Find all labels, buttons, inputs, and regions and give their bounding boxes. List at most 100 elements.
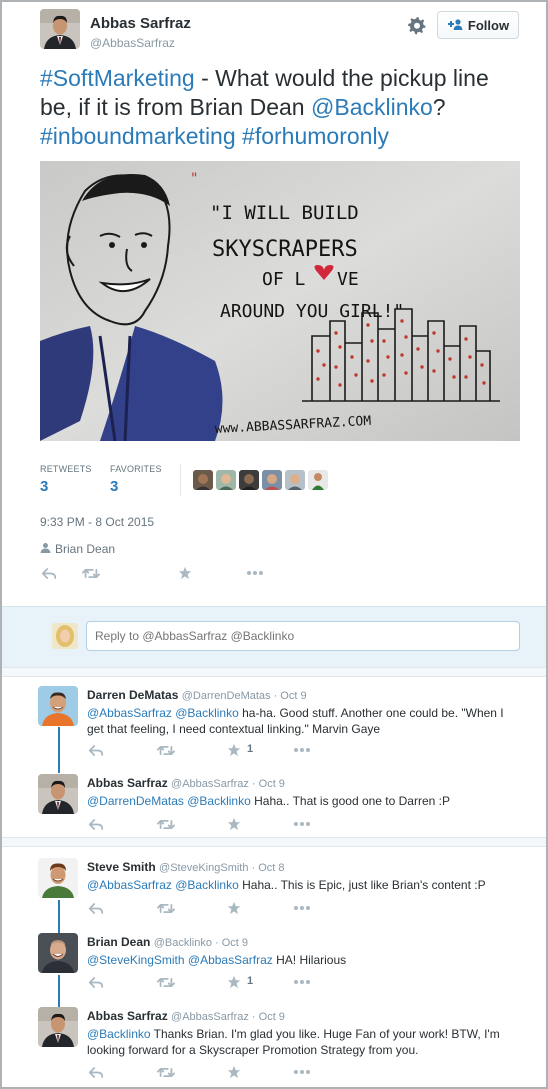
- conversation-separator: [2, 837, 546, 847]
- reply-text: @Backlinko Thanks Brian. I'm glad you li…: [87, 1026, 512, 1058]
- tweet-header: Abbas Sarfraz @AbbasSarfraz Follow: [40, 9, 530, 53]
- retweet-icon[interactable]: [157, 900, 175, 916]
- favorite-icon[interactable]: [225, 816, 243, 832]
- reply-compose: [2, 606, 546, 669]
- more-icon[interactable]: [293, 974, 311, 990]
- conversation-reply: Darren DeMatas @DarrenDeMatas · Oct 9 @A…: [2, 686, 546, 766]
- retweeted-by-name[interactable]: Brian Dean: [55, 542, 115, 556]
- favoriter-avatar[interactable]: [262, 470, 282, 490]
- reply-avatar[interactable]: [38, 858, 78, 898]
- reply-icon[interactable]: [87, 974, 105, 990]
- favoriter-avatar[interactable]: [285, 470, 305, 490]
- reply-mentions[interactable]: @AbbasSarfraz @Backlinko: [87, 706, 239, 720]
- drawing-text-line4: AROUND YOU GIRL!": [220, 301, 404, 322]
- reply-actions: [87, 816, 317, 832]
- reply-actions: 1: [87, 974, 317, 990]
- tweet-stats: RETWEETS 3 FAVORITES 3: [40, 464, 520, 498]
- favorite-icon[interactable]: [225, 900, 243, 916]
- conversation-separator: [2, 667, 546, 677]
- reply-body: Haha.. This is Epic, just like Brian's c…: [238, 878, 486, 892]
- reply-avatar[interactable]: [38, 933, 78, 973]
- reply-header: Abbas Sarfraz @AbbasSarfraz · Oct 9: [87, 776, 285, 790]
- mention-backlinko[interactable]: @Backlinko: [311, 94, 433, 120]
- favoriter-avatar[interactable]: [216, 470, 236, 490]
- drawing-text-line3a: OF L: [262, 269, 306, 290]
- more-icon[interactable]: [293, 1064, 311, 1080]
- reply-mentions[interactable]: @Backlinko: [87, 1027, 151, 1041]
- reply-actions: [87, 1064, 317, 1080]
- favorite-icon[interactable]: [225, 974, 243, 990]
- reply-header: Abbas Sarfraz @AbbasSarfraz · Oct 9: [87, 1009, 285, 1023]
- favorite-icon[interactable]: [176, 565, 194, 581]
- hashtag-forhumoronly[interactable]: #forhumoronly: [242, 123, 389, 149]
- reply-header: Darren DeMatas @DarrenDeMatas · Oct 9: [87, 688, 307, 702]
- favoriter-avatar[interactable]: [239, 470, 259, 490]
- conversation-reply: Abbas Sarfraz @AbbasSarfraz · Oct 9 @Bac…: [2, 1007, 546, 1082]
- author-name[interactable]: Abbas Sarfraz: [90, 15, 191, 32]
- hashtag-softmarketing[interactable]: #SoftMarketing: [40, 65, 195, 91]
- reply-actions: [87, 900, 317, 916]
- reply-icon[interactable]: [40, 565, 58, 581]
- follow-button[interactable]: Follow: [437, 11, 519, 39]
- reply-avatar[interactable]: [38, 774, 78, 814]
- favorite-count: 1: [247, 975, 254, 987]
- favoriter-avatar[interactable]: [193, 470, 213, 490]
- reply-author-meta[interactable]: @AbbasSarfraz · Oct 9: [171, 778, 285, 790]
- tweet-photo[interactable]: " "I WILL BUILD SKYSCRAPERS OF L VE AROU…: [40, 161, 520, 441]
- favorite-icon[interactable]: [225, 1064, 243, 1080]
- reply-mentions[interactable]: @SteveKingSmith @AbbasSarfraz: [87, 953, 273, 967]
- reply-body: Haha.. That is good one to Darren :P: [250, 794, 450, 808]
- reply-mentions[interactable]: @AbbasSarfraz @Backlinko: [87, 878, 239, 892]
- reply-author-name[interactable]: Abbas Sarfraz: [87, 1009, 168, 1023]
- retweet-icon[interactable]: [157, 816, 175, 832]
- reply-icon[interactable]: [87, 1064, 105, 1080]
- reply-icon[interactable]: [87, 742, 105, 758]
- author-handle[interactable]: @AbbasSarfraz: [90, 36, 175, 50]
- reply-author-name[interactable]: Abbas Sarfraz: [87, 776, 168, 790]
- reply-avatar[interactable]: [38, 686, 78, 726]
- more-icon[interactable]: [293, 742, 311, 758]
- reply-icon[interactable]: [87, 900, 105, 916]
- favorite-icon[interactable]: [225, 742, 243, 758]
- hashtag-inboundmarketing[interactable]: #inboundmarketing: [40, 123, 236, 149]
- more-icon[interactable]: [293, 900, 311, 916]
- retweets-count[interactable]: 3: [40, 478, 48, 495]
- current-user-avatar: [52, 623, 78, 649]
- svg-text:": ": [190, 171, 198, 187]
- gear-icon[interactable]: [407, 15, 427, 35]
- favoriters-avatars: [193, 470, 328, 490]
- retweet-icon[interactable]: [157, 974, 175, 990]
- reply-author-meta[interactable]: @DarrenDeMatas · Oct 9: [182, 690, 307, 702]
- tweet-text-segment: ?: [432, 94, 446, 120]
- tweet-timestamp[interactable]: 9:33 PM - 8 Oct 2015: [40, 515, 154, 529]
- reply-author-meta[interactable]: @Backlinko · Oct 9: [154, 937, 248, 949]
- reply-avatar[interactable]: [38, 1007, 78, 1047]
- reply-author-name[interactable]: Steve Smith: [87, 860, 156, 874]
- author-avatar[interactable]: [40, 9, 80, 49]
- favorites-count[interactable]: 3: [110, 478, 118, 495]
- reply-input[interactable]: [86, 621, 520, 651]
- more-icon[interactable]: [293, 816, 311, 832]
- favorites-label: FAVORITES: [110, 464, 162, 474]
- add-user-icon: [447, 18, 463, 33]
- reply-text: @DarrenDeMatas @Backlinko Haha.. That is…: [87, 793, 512, 809]
- favoriter-avatar[interactable]: [308, 470, 328, 490]
- reply-actions: 1: [87, 742, 317, 758]
- reply-body: HA! Hilarious: [272, 953, 347, 967]
- reply-mentions[interactable]: @DarrenDeMatas @Backlinko: [87, 794, 251, 808]
- more-icon[interactable]: [246, 565, 264, 581]
- reply-author-meta[interactable]: @SteveKingSmith · Oct 8: [159, 862, 285, 874]
- reply-author-name[interactable]: Brian Dean: [87, 935, 150, 949]
- retweet-icon[interactable]: [157, 742, 175, 758]
- tweet-actions: [40, 565, 280, 581]
- stats-divider: [180, 464, 181, 496]
- reply-text: @AbbasSarfraz @Backlinko Haha.. This is …: [87, 877, 512, 893]
- retweeted-by: Brian Dean: [40, 542, 115, 556]
- reply-author-name[interactable]: Darren DeMatas: [87, 688, 178, 702]
- reply-header: Steve Smith @SteveKingSmith · Oct 8: [87, 860, 285, 874]
- retweet-icon[interactable]: [82, 565, 100, 581]
- conversation-reply: Abbas Sarfraz @AbbasSarfraz · Oct 9 @Dar…: [2, 774, 546, 834]
- reply-icon[interactable]: [87, 816, 105, 832]
- retweet-icon[interactable]: [157, 1064, 175, 1080]
- reply-author-meta[interactable]: @AbbasSarfraz · Oct 9: [171, 1011, 285, 1023]
